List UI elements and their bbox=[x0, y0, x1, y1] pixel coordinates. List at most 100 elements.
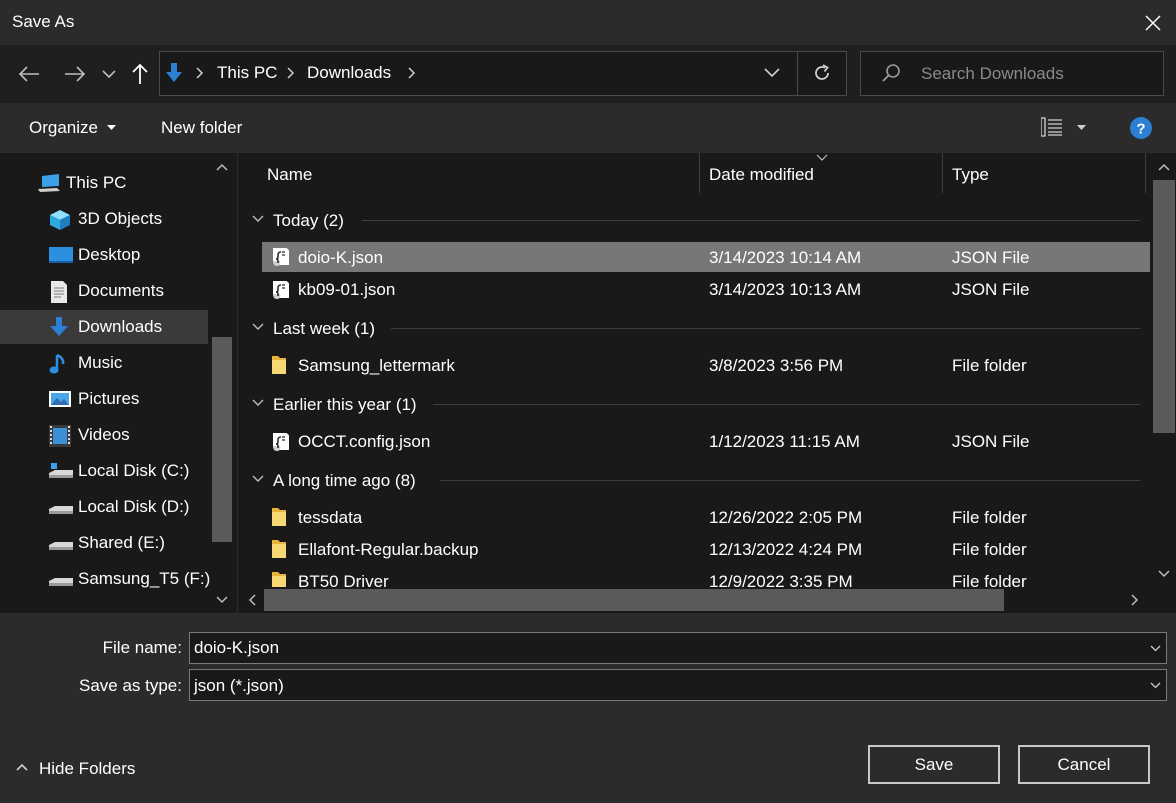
sidebar-item-label: Samsung_T5 (F:) bbox=[78, 569, 211, 588]
sidebar-item-label: Shared (E:) bbox=[78, 533, 165, 552]
cancel-button[interactable]: Cancel bbox=[1018, 745, 1150, 784]
file-row-bt50-driver[interactable]: BT50 Driver 12/9/2022 3:35 PM File folde… bbox=[238, 565, 1152, 587]
group-header-long-time-ago[interactable]: A long time ago (8) bbox=[273, 471, 416, 491]
file-name: BT50 Driver bbox=[298, 572, 389, 587]
refresh-button[interactable] bbox=[812, 63, 832, 83]
scroll-down-icon[interactable] bbox=[1158, 570, 1170, 578]
sidebar-item-label: Pictures bbox=[78, 389, 140, 408]
sidebar-item-shared-e[interactable]: Shared (E:) bbox=[0, 526, 208, 560]
json-file-icon bbox=[268, 430, 292, 454]
save-type-dropdown-button[interactable] bbox=[1150, 682, 1161, 689]
scroll-right-icon[interactable] bbox=[1131, 594, 1139, 606]
sidebar-item-this-pc[interactable]: This PC bbox=[0, 166, 208, 200]
sidebar-item-music[interactable]: Music bbox=[0, 346, 208, 380]
organize-button[interactable]: Organize bbox=[29, 118, 98, 138]
details-view-icon bbox=[1041, 117, 1062, 137]
address-dropdown-button[interactable] bbox=[764, 68, 780, 78]
horizontal-scroll-thumb[interactable] bbox=[264, 589, 1004, 611]
sidebar-item-label: 3D Objects bbox=[78, 209, 163, 228]
column-header-date[interactable]: Date modified bbox=[709, 165, 814, 185]
sidebar-item-videos[interactable]: Videos bbox=[0, 418, 208, 452]
scroll-left-icon[interactable] bbox=[248, 594, 256, 606]
save-type-select[interactable] bbox=[189, 669, 1167, 701]
filename-label: File name: bbox=[102, 638, 182, 657]
sidebar-item-label: Local Disk (C:) bbox=[78, 461, 190, 480]
file-type: JSON File bbox=[952, 432, 1030, 451]
column-divider[interactable] bbox=[1145, 153, 1146, 193]
chevron-up-icon bbox=[16, 763, 28, 771]
breadcrumb-this-pc[interactable]: This PC bbox=[217, 63, 277, 83]
sidebar-scroll-thumb[interactable] bbox=[212, 337, 232, 542]
column-header-type[interactable]: Type bbox=[952, 165, 989, 185]
up-button[interactable] bbox=[125, 59, 155, 89]
forward-button[interactable] bbox=[60, 59, 90, 89]
breadcrumb-downloads[interactable]: Downloads bbox=[307, 63, 391, 83]
breadcrumb-separator-icon bbox=[408, 67, 416, 79]
sort-indicator-icon bbox=[816, 154, 828, 161]
cube-icon bbox=[49, 209, 71, 230]
folder-icon bbox=[270, 538, 288, 560]
recent-locations-button[interactable] bbox=[95, 59, 123, 89]
search-icon bbox=[881, 63, 901, 83]
sidebar-item-samsung-t5[interactable]: Samsung_T5 (F:) bbox=[0, 562, 211, 596]
file-date: 3/8/2023 3:56 PM bbox=[709, 356, 844, 375]
view-dropdown-button[interactable] bbox=[1077, 125, 1086, 130]
group-header-earlier-this-year[interactable]: Earlier this year (1) bbox=[273, 395, 417, 415]
collapse-group-icon[interactable] bbox=[252, 215, 264, 223]
file-name: Ellafont-Regular.backup bbox=[298, 540, 479, 559]
close-button[interactable] bbox=[1130, 0, 1176, 45]
file-date: 12/13/2022 4:24 PM bbox=[709, 540, 863, 559]
column-header-name[interactable]: Name bbox=[267, 165, 312, 185]
sidebar-item-local-disk-d[interactable]: Local Disk (D:) bbox=[0, 490, 208, 524]
file-date: 3/14/2023 10:13 AM bbox=[709, 280, 862, 299]
filename-dropdown-button[interactable] bbox=[1150, 645, 1161, 652]
sidebar-item-desktop[interactable]: Desktop bbox=[0, 238, 208, 272]
sidebar-item-local-disk-c[interactable]: Local Disk (C:) bbox=[0, 454, 208, 488]
file-type: File folder bbox=[952, 356, 1027, 375]
folder-icon bbox=[270, 354, 288, 376]
group-header-last-week[interactable]: Last week (1) bbox=[273, 319, 375, 339]
group-header-today[interactable]: Today (2) bbox=[273, 211, 344, 231]
file-name: doio-K.json bbox=[298, 248, 384, 267]
sidebar-item-label: Desktop bbox=[78, 245, 141, 264]
filename-value: doio-K.json bbox=[194, 638, 280, 657]
sidebar-item-pictures[interactable]: Pictures bbox=[0, 382, 208, 416]
vertical-scroll-thumb[interactable] bbox=[1153, 180, 1175, 433]
address-divider bbox=[797, 52, 798, 95]
group-divider bbox=[362, 220, 1140, 221]
back-button[interactable] bbox=[14, 59, 44, 89]
collapse-group-icon[interactable] bbox=[252, 323, 264, 331]
file-type: JSON File bbox=[952, 280, 1030, 299]
document-icon bbox=[49, 281, 71, 303]
hide-folders-button[interactable]: Hide Folders bbox=[0, 750, 150, 788]
save-button[interactable]: Save bbox=[868, 745, 1000, 784]
column-divider[interactable] bbox=[942, 153, 943, 193]
column-divider[interactable] bbox=[699, 153, 700, 193]
collapse-group-icon[interactable] bbox=[252, 399, 264, 407]
sidebar-item-documents[interactable]: Documents bbox=[0, 274, 208, 308]
new-folder-button[interactable]: New folder bbox=[161, 118, 242, 138]
breadcrumb-separator-icon bbox=[196, 67, 204, 79]
collapse-group-icon[interactable] bbox=[252, 475, 264, 483]
search-input[interactable]: Search Downloads bbox=[921, 64, 1064, 84]
drive-icon bbox=[49, 569, 73, 589]
video-icon bbox=[49, 425, 71, 447]
sidebar-item-downloads[interactable]: Downloads bbox=[0, 310, 208, 344]
svg-text:?: ? bbox=[1136, 121, 1145, 138]
sidebar-item-3d-objects[interactable]: 3D Objects bbox=[0, 202, 208, 236]
group-divider bbox=[391, 328, 1140, 329]
window-title: Save As bbox=[12, 12, 75, 31]
file-date: 3/14/2023 10:14 AM bbox=[709, 248, 862, 267]
chevron-down-icon bbox=[764, 68, 780, 78]
scroll-up-icon[interactable] bbox=[1158, 163, 1170, 171]
scroll-down-icon[interactable] bbox=[216, 596, 228, 604]
chevron-down-icon bbox=[1150, 645, 1161, 652]
scroll-up-icon[interactable] bbox=[216, 163, 228, 171]
view-options-button[interactable] bbox=[1041, 117, 1063, 137]
help-button[interactable]: ? bbox=[1130, 117, 1152, 139]
chevron-down-icon bbox=[102, 70, 116, 78]
group-divider bbox=[433, 404, 1140, 405]
filename-input[interactable] bbox=[189, 632, 1167, 664]
file-date: 1/12/2023 11:15 AM bbox=[709, 432, 860, 451]
file-name: Samsung_lettermark bbox=[298, 356, 455, 375]
